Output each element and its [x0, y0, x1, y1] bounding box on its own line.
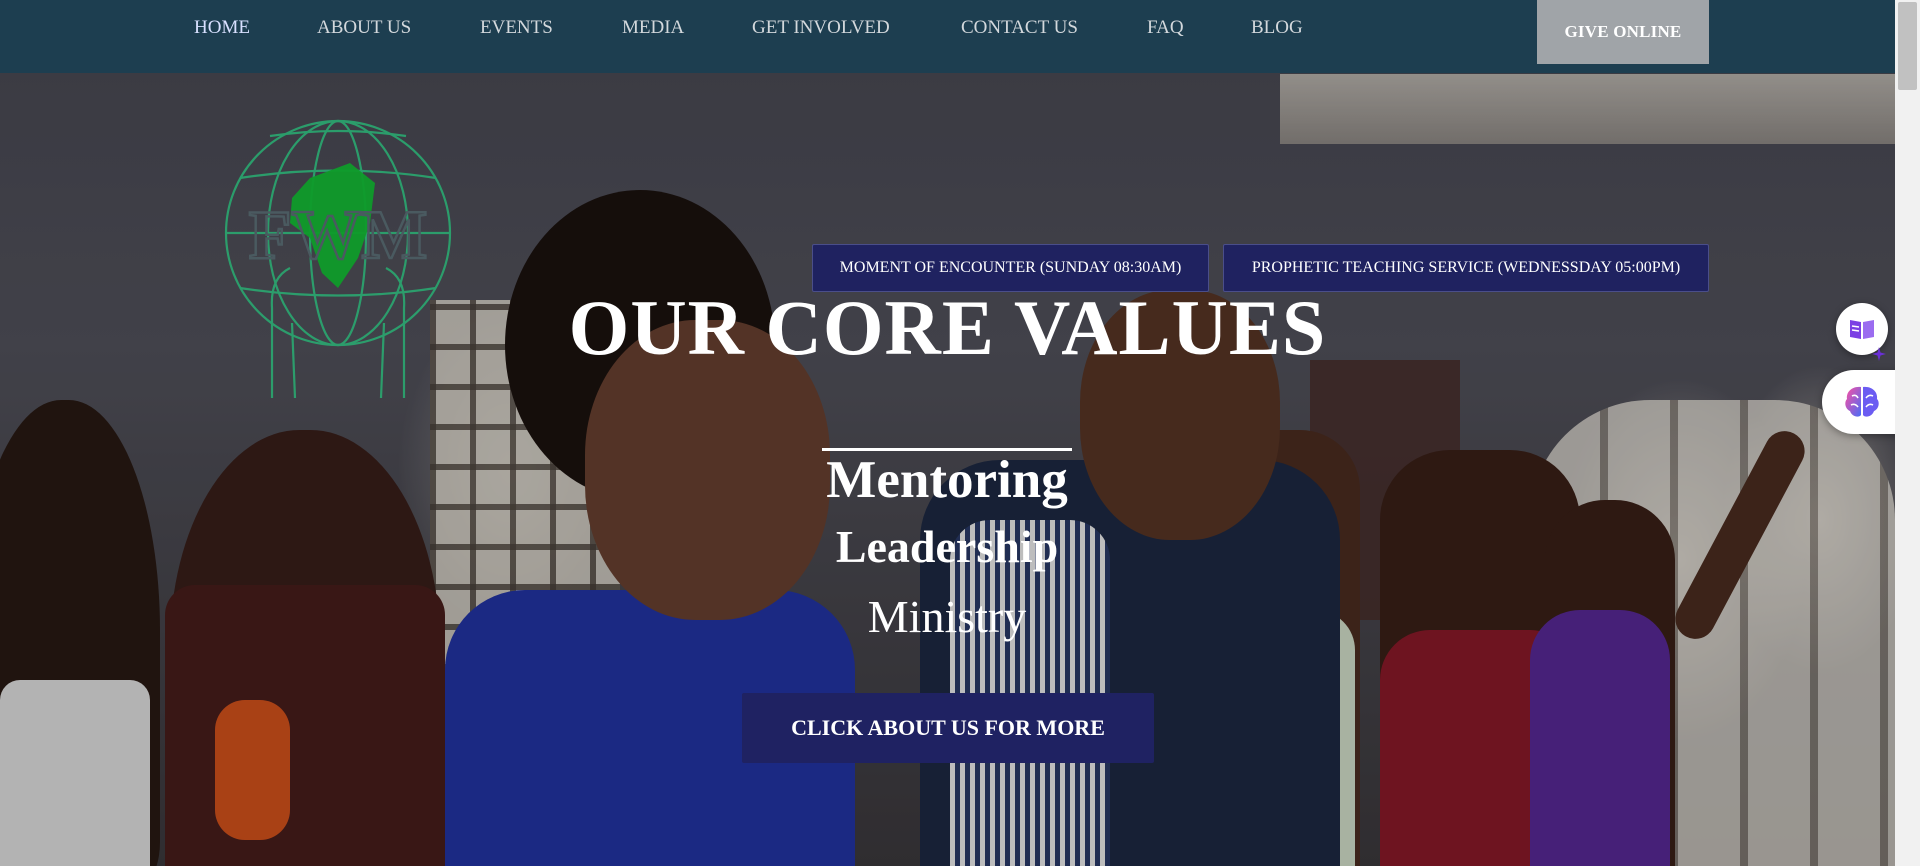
value-mentoring: Mentoring [826, 451, 1068, 509]
about-us-cta-button[interactable]: CLICK ABOUT US FOR MORE [742, 693, 1154, 763]
nav-media[interactable]: MEDIA [622, 17, 684, 39]
nav-about-us[interactable]: ABOUT US [317, 17, 411, 39]
sparkle-icon [1872, 347, 1886, 361]
value-leadership: Leadership [835, 521, 1059, 572]
value-ministry: Ministry [867, 591, 1027, 642]
svg-text:FWM: FWM [249, 197, 428, 274]
nav-blog[interactable]: BLOG [1251, 17, 1303, 39]
scrollbar-thumb[interactable] [1898, 2, 1917, 90]
page-scrollbar[interactable] [1895, 0, 1920, 866]
give-online-button[interactable]: GIVE ONLINE [1537, 0, 1709, 64]
nav-faq[interactable]: FAQ [1147, 17, 1184, 39]
core-values-heading: OUR CORE VALUES [568, 284, 1327, 371]
top-navigation: HOME ABOUT US EVENTS MEDIA GET INVOLVED … [0, 0, 1895, 73]
nav-contact-us[interactable]: CONTACT US [961, 17, 1078, 39]
nav-events[interactable]: EVENTS [480, 17, 553, 39]
book-icon [1850, 320, 1874, 339]
fwm-logo[interactable]: FWM [210, 108, 460, 408]
nav-get-involved[interactable]: GET INVOLVED [752, 17, 890, 39]
brain-icon [1845, 386, 1879, 417]
globe-hands-logo-icon: FWM [224, 119, 452, 399]
ai-assistant-button[interactable] [1822, 370, 1902, 434]
nav-home[interactable]: HOME [194, 17, 250, 39]
